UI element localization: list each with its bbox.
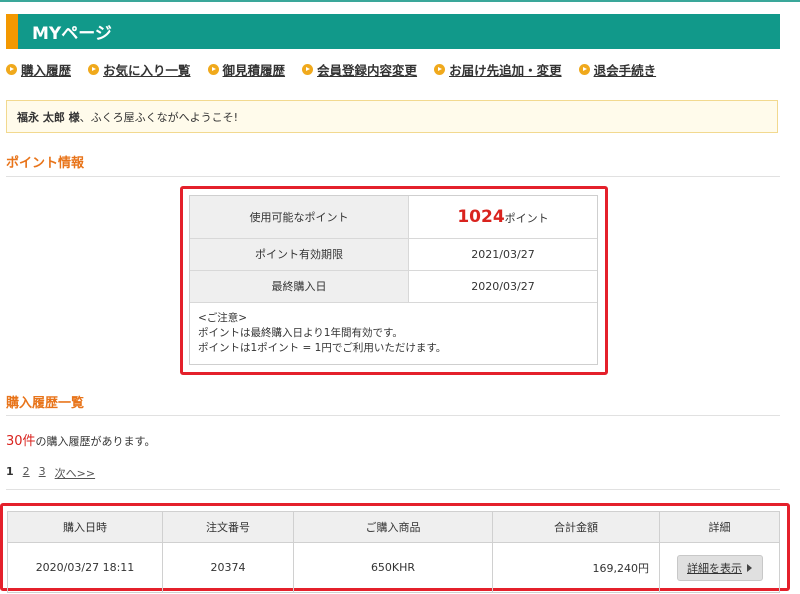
available-points-label: 使用可能なポイント (190, 196, 409, 239)
history-count: 30件の購入履歴があります。 (6, 430, 155, 449)
mypage-nav: 購入履歴 お気に入り一覧 御見積履歴 会員登録内容変更 お届け先追加・変更 退会… (6, 60, 673, 79)
welcome-message: 福永 太郎 様 、ふくろ屋ふくながへようこそ! (6, 100, 778, 133)
nav-item-favorites[interactable]: お気に入り一覧 (88, 60, 191, 79)
user-name: 福永 太郎 様 (17, 110, 80, 124)
page-next-link[interactable]: 次へ>> (55, 465, 95, 481)
available-points-value: 1024 (457, 206, 505, 227)
nav-item-withdraw[interactable]: 退会手続き (578, 60, 657, 79)
pagination: 1 2 3 次へ>> (6, 465, 104, 481)
welcome-text: 、ふくろ屋ふくながへようこそ! (79, 110, 239, 124)
nav-item-label[interactable]: 退会手続き (594, 60, 657, 79)
arrow-circle-icon (88, 64, 100, 75)
points-table: 使用可能なポイント 1024ポイント ポイント有効期限 2021/03/27 最… (190, 196, 597, 303)
header-accent-stripe (6, 14, 18, 49)
last-purchase-label: 最終購入日 (190, 270, 409, 303)
col-header-order-no: 注文番号 (162, 511, 294, 543)
nav-item-edit-profile[interactable]: 会員登録内容変更 (302, 60, 417, 79)
view-detail-label: 詳細を表示 (687, 561, 742, 575)
section-divider (6, 489, 780, 490)
play-arrow-icon (747, 563, 752, 572)
view-detail-button[interactable]: 詳細を表示 (676, 554, 763, 581)
orders-table: 購入日時 注文番号 ご購入商品 合計金額 詳細 2020/03/27 18:11… (7, 511, 780, 593)
page-header: MYページ (6, 14, 780, 49)
order-number: 20374 (162, 542, 294, 593)
nav-item-label[interactable]: 購入履歴 (21, 60, 71, 79)
order-detail-cell: 詳細を表示 (659, 542, 780, 593)
top-border-line (0, 0, 800, 2)
page-current: 1 (6, 465, 14, 478)
history-count-number: 30件 (6, 434, 36, 449)
col-header-total: 合計金額 (492, 511, 660, 543)
nav-item-label[interactable]: 御見積履歴 (223, 60, 286, 79)
points-expiry-value: 2021/03/27 (408, 238, 597, 271)
nav-item-purchase-history[interactable]: 購入履歴 (6, 60, 71, 79)
history-section-title: 購入履歴一覧 (6, 396, 85, 411)
arrow-circle-icon (302, 64, 314, 75)
page-title: MYページ (32, 24, 112, 44)
arrow-circle-icon (207, 64, 219, 75)
history-count-text: の購入履歴があります。 (35, 435, 156, 448)
col-header-detail: 詳細 (659, 511, 780, 543)
points-expiry-label: ポイント有効期限 (190, 238, 409, 271)
nav-item-quote-history[interactable]: 御見積履歴 (207, 60, 286, 79)
nav-item-label[interactable]: お気に入り一覧 (103, 60, 191, 79)
page-link-3[interactable]: 3 (39, 465, 46, 481)
arrow-circle-icon (434, 64, 446, 75)
section-divider (6, 176, 780, 177)
col-header-date: 購入日時 (7, 511, 163, 543)
order-date: 2020/03/27 18:11 (7, 542, 163, 593)
section-divider (6, 415, 780, 416)
table-row: 2020/03/27 18:11 20374 650KHR 169,240円 詳… (7, 542, 780, 593)
available-points-cell: 1024ポイント (408, 196, 597, 239)
nav-item-label[interactable]: お届け先追加・変更 (449, 60, 562, 79)
notes-line: ポイントは1ポイント = 1円でご利用いただけます。 (198, 341, 447, 354)
points-notes: <ご注意> ポイントは最終購入日より1年間有効です。 ポイントは1ポイント = … (190, 303, 597, 356)
arrow-circle-icon (6, 64, 17, 75)
last-purchase-value: 2020/03/27 (408, 270, 597, 303)
order-total: 169,240円 (492, 542, 660, 593)
orders-header-row: 購入日時 注文番号 ご購入商品 合計金額 詳細 (7, 511, 780, 543)
notes-line: ポイントは最終購入日より1年間有効です。 (198, 326, 403, 339)
nav-item-label[interactable]: 会員登録内容変更 (317, 60, 417, 79)
points-info-box: 使用可能なポイント 1024ポイント ポイント有効期限 2021/03/27 最… (189, 195, 598, 365)
notes-heading: <ご注意> (198, 311, 248, 324)
points-section-title: ポイント情報 (6, 156, 85, 171)
nav-item-delivery-address[interactable]: お届け先追加・変更 (434, 60, 562, 79)
available-points-unit: ポイント (504, 211, 549, 225)
arrow-circle-icon (578, 64, 590, 75)
order-product: 650KHR (293, 542, 493, 593)
page-link-2[interactable]: 2 (23, 465, 30, 481)
col-header-product: ご購入商品 (293, 511, 493, 543)
